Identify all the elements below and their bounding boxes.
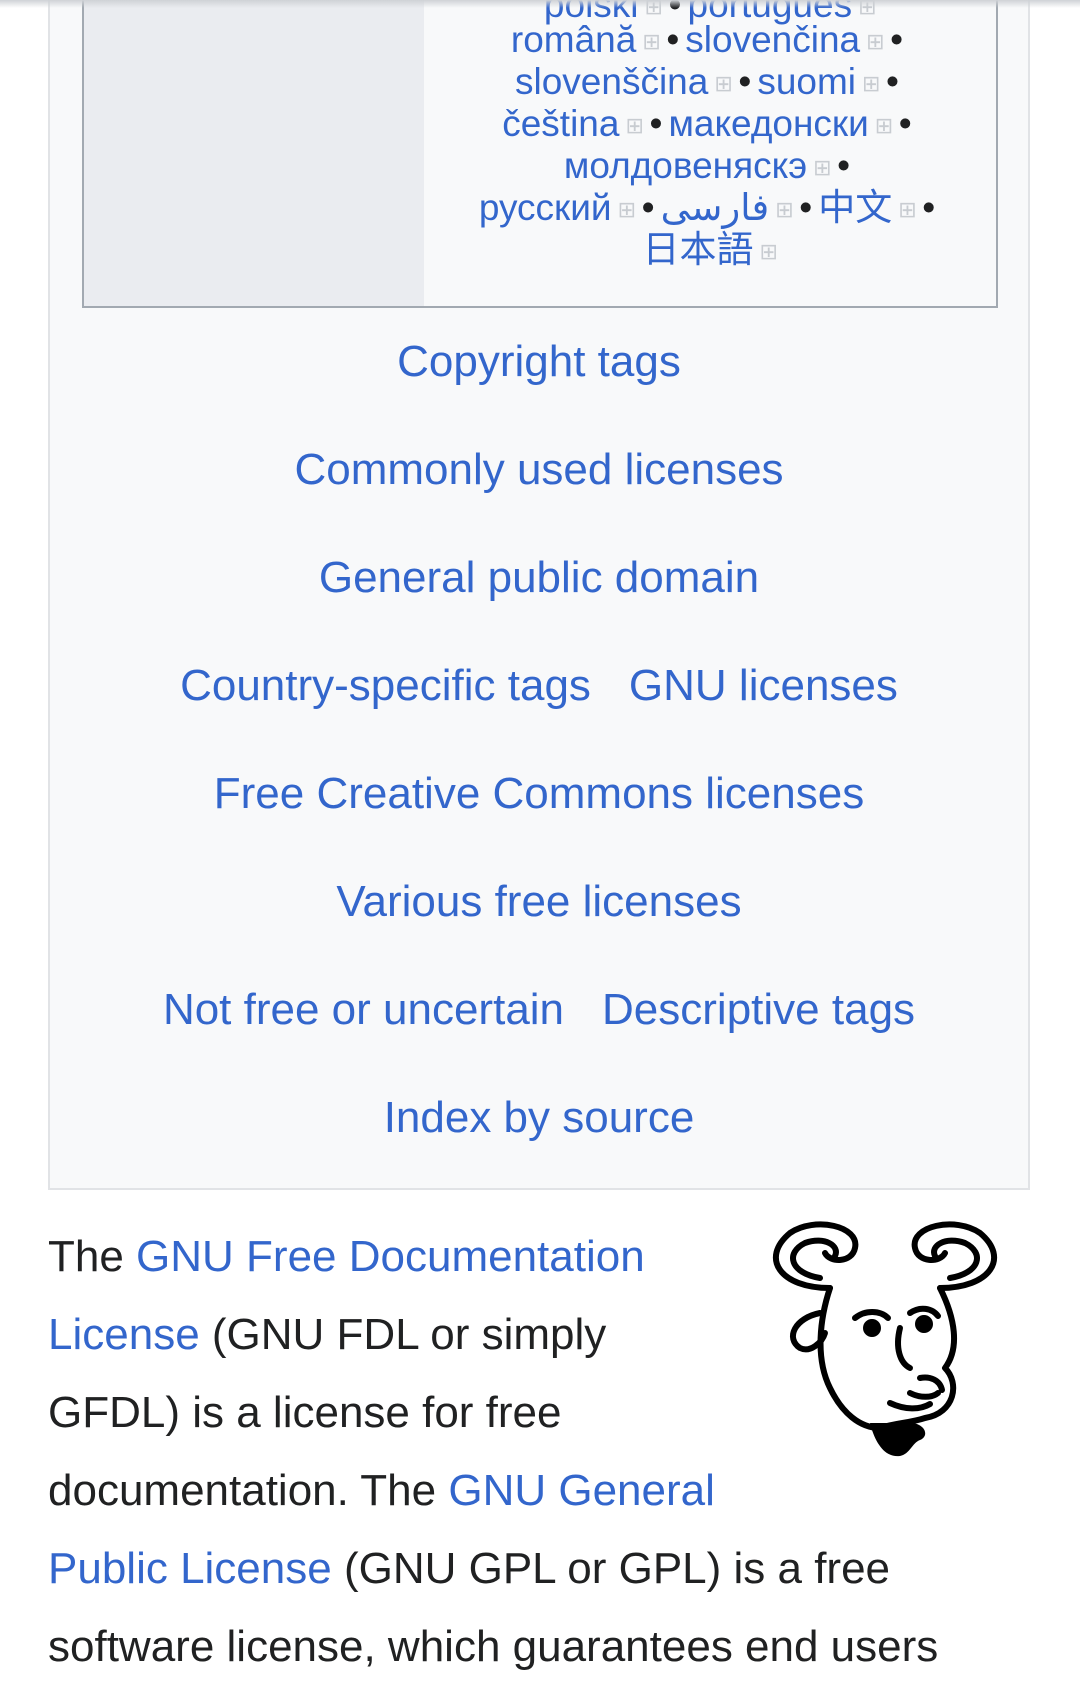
separator: • [649, 103, 663, 144]
language-box-left-cell [84, 0, 424, 306]
separator: • [799, 187, 813, 228]
paragraph-text: (GNU FDL or simply [199, 1310, 607, 1359]
copyright-tags-link[interactable]: Copyright tags [397, 337, 681, 386]
commonly-used-licenses-link[interactable]: Commonly used licenses [294, 445, 783, 494]
language-link-russkiy[interactable]: русский [479, 187, 612, 228]
article-paragraph: The GNU Free Documentation License (GNU … [48, 1218, 1038, 1686]
expand-icon[interactable]: ⊞ [618, 199, 636, 221]
paragraph-line: software license, which guarantees end u… [48, 1622, 939, 1671]
expand-icon[interactable]: ⊞ [813, 157, 831, 179]
paragraph-line: The GNU Free Documentation [48, 1218, 1038, 1296]
separator: • [898, 103, 912, 144]
language-link-slovenscina[interactable]: slovenščina [515, 61, 708, 102]
language-link-cestina[interactable]: čeština [502, 103, 619, 144]
index-by-source-link[interactable]: Index by source [384, 1093, 695, 1142]
gpl-link[interactable]: GNU General [448, 1466, 715, 1515]
separator: • [738, 61, 752, 102]
separator: • [886, 61, 899, 102]
expand-icon[interactable]: ⊞ [760, 241, 778, 263]
paragraph-line: documentation. The GNU General [48, 1452, 1038, 1530]
language-link-romana[interactable]: română [511, 19, 636, 60]
language-link-farsi[interactable]: فارسی [661, 187, 770, 228]
language-line: 日本語 ⊞ [424, 227, 996, 272]
page: polski ⊞ • português ⊞ română ⊞ • slovenčina ⊞ • … [0, 0, 1080, 1699]
free-creative-commons-licenses-link[interactable]: Free Creative Commons licenses [214, 769, 864, 818]
nav-row: Various free licenses [48, 874, 1030, 930]
paragraph-text: The [48, 1232, 137, 1281]
expand-icon[interactable]: ⊞ [866, 31, 884, 53]
language-link-makedonski[interactable]: македонски [668, 103, 868, 144]
expand-icon[interactable]: ⊞ [875, 115, 893, 137]
separator: • [666, 19, 680, 60]
paragraph-text: documentation. The [48, 1466, 449, 1515]
expand-icon[interactable]: ⊞ [775, 199, 793, 221]
gfdl-link[interactable]: GNU Free Documentation [136, 1232, 645, 1281]
various-free-licenses-link[interactable]: Various free licenses [336, 877, 741, 926]
nav-row: Commonly used licenses [48, 442, 1030, 498]
language-link-suomi[interactable]: suomi [757, 61, 856, 102]
language-line: čeština ⊞ • македонски ⊞ • [424, 101, 996, 146]
language-link-nihongo[interactable]: 日本語 [643, 229, 754, 270]
gpl-link-continued[interactable]: Public License [48, 1544, 332, 1593]
general-public-domain-link[interactable]: General public domain [319, 553, 759, 602]
paragraph-line: GFDL) is a license for free [48, 1388, 562, 1437]
language-link-moldoveneasca[interactable]: молдовеняскэ [564, 145, 807, 186]
expand-icon[interactable]: ⊞ [862, 73, 880, 95]
language-link-slovencina[interactable]: slovenčina [685, 19, 860, 60]
separator: • [837, 145, 851, 186]
paragraph-line: License (GNU FDL or simply [48, 1296, 1038, 1374]
nav-row: Index by source [48, 1090, 1030, 1146]
top-shadow [0, 0, 1080, 8]
language-link-zhongwen[interactable]: 中文 [818, 187, 892, 228]
expand-icon[interactable]: ⊞ [714, 73, 732, 95]
language-box: polski ⊞ • português ⊞ română ⊞ • slovenčina ⊞ • … [82, 0, 998, 308]
gfdl-link-continued[interactable]: License [48, 1310, 200, 1359]
separator: • [922, 187, 936, 228]
nav-row: Country-specific tags GNU licenses [48, 658, 1030, 714]
language-line: русский ⊞ • فارسی ⊞ • 中文 ⊞ • [424, 185, 996, 230]
country-specific-tags-link[interactable]: Country-specific tags [180, 661, 591, 710]
separator: • [641, 187, 655, 228]
paragraph-line: Public License (GNU GPL or GPL) is a fre… [48, 1530, 1038, 1608]
language-line: română ⊞ • slovenčina ⊞ • [424, 17, 996, 62]
language-line: slovenščina ⊞ • suomi ⊞ • [424, 59, 996, 104]
nav-row: Copyright tags [48, 334, 1030, 390]
expand-icon[interactable]: ⊞ [625, 115, 643, 137]
language-line: молдовеняскэ ⊞ • [424, 143, 996, 188]
not-free-or-uncertain-link[interactable]: Not free or uncertain [163, 985, 564, 1034]
expand-icon[interactable]: ⊞ [642, 31, 660, 53]
gnu-licenses-link[interactable]: GNU licenses [629, 661, 898, 710]
nav-row: General public domain [48, 550, 1030, 606]
nav-row: Not free or uncertain Descriptive tags [48, 982, 1030, 1038]
paragraph-text: (GNU GPL or GPL) is a free [331, 1544, 891, 1593]
descriptive-tags-link[interactable]: Descriptive tags [602, 985, 915, 1034]
nav-row: Free Creative Commons licenses [48, 766, 1030, 822]
expand-icon[interactable]: ⊞ [898, 199, 916, 221]
separator: • [890, 19, 904, 60]
